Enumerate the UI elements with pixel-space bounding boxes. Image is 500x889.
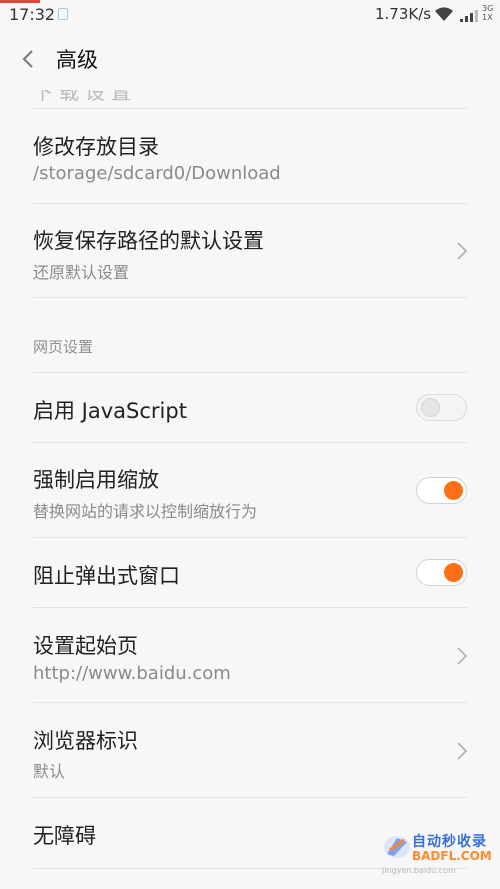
network-type: 3G 1X bbox=[482, 4, 493, 22]
title-bar: 高级 bbox=[0, 30, 500, 90]
home-page-value: http://www.baidu.com bbox=[33, 663, 231, 684]
force-zoom-title: 强制启用缩放 bbox=[33, 468, 159, 492]
home-page-item[interactable]: 设置起始页 http://www.baidu.com bbox=[0, 608, 500, 702]
wifi-icon bbox=[435, 7, 453, 21]
storage-dir-item[interactable]: 修改存放目录 /storage/sdcard0/Download bbox=[0, 109, 500, 203]
force-zoom-toggle[interactable] bbox=[416, 477, 467, 504]
page-title: 高级 bbox=[56, 48, 98, 72]
watermark-url: jingyan.baidu.com bbox=[382, 866, 456, 875]
chevron-left-icon[interactable] bbox=[18, 48, 40, 70]
partial-item-label: 下载设置 bbox=[33, 90, 137, 104]
section-header-web: 网页设置 bbox=[33, 338, 94, 356]
javascript-toggle[interactable] bbox=[416, 394, 467, 421]
notification-icon bbox=[58, 8, 68, 20]
user-agent-title: 浏览器标识 bbox=[33, 729, 138, 753]
watermark-logo-icon bbox=[384, 836, 410, 858]
chevron-right-icon bbox=[457, 242, 468, 260]
force-zoom-item[interactable]: 强制启用缩放 替换网站的请求以控制缩放行为 bbox=[0, 443, 500, 537]
watermark: 自动秒收录 BADFL.COM jingyan.baidu.com bbox=[380, 818, 500, 878]
toggle-knob bbox=[444, 481, 463, 500]
toggle-knob bbox=[421, 398, 440, 417]
block-popups-toggle[interactable] bbox=[416, 559, 467, 586]
partial-list-item[interactable]: 下载设置 bbox=[0, 90, 500, 108]
javascript-title: 启用 JavaScript bbox=[33, 399, 187, 423]
restore-path-subtitle: 还原默认设置 bbox=[33, 263, 130, 282]
network-type-top: 3G bbox=[482, 4, 494, 13]
signal-icon bbox=[460, 10, 478, 22]
chevron-right-icon bbox=[457, 742, 468, 760]
status-accent-line bbox=[0, 0, 40, 3]
network-speed: 1.73K/s bbox=[375, 5, 432, 23]
block-popups-title: 阻止弹出式窗口 bbox=[33, 564, 180, 588]
user-agent-value: 默认 bbox=[33, 762, 66, 781]
force-zoom-subtitle: 替换网站的请求以控制缩放行为 bbox=[33, 502, 258, 521]
watermark-title: 自动秒收录 bbox=[412, 834, 487, 850]
watermark-domain: BADFL.COM bbox=[412, 849, 492, 863]
javascript-item[interactable]: 启用 JavaScript bbox=[0, 373, 500, 442]
restore-path-item[interactable]: 恢复保存路径的默认设置 还原默认设置 bbox=[0, 204, 500, 298]
accessibility-title: 无障碍 bbox=[33, 824, 96, 848]
block-popups-item[interactable]: 阻止弹出式窗口 bbox=[0, 538, 500, 607]
restore-path-title: 恢复保存路径的默认设置 bbox=[33, 229, 264, 253]
toggle-knob bbox=[444, 563, 463, 582]
status-bar: 17:32 1.73K/s 3G 1X bbox=[0, 0, 500, 30]
chevron-right-icon bbox=[457, 647, 468, 665]
user-agent-item[interactable]: 浏览器标识 默认 bbox=[0, 703, 500, 797]
status-time: 17:32 bbox=[9, 5, 56, 24]
storage-dir-title: 修改存放目录 bbox=[33, 135, 159, 159]
home-page-title: 设置起始页 bbox=[33, 634, 138, 658]
network-type-bottom: 1X bbox=[482, 13, 493, 22]
storage-dir-value: /storage/sdcard0/Download bbox=[33, 163, 281, 184]
divider bbox=[33, 297, 467, 298]
